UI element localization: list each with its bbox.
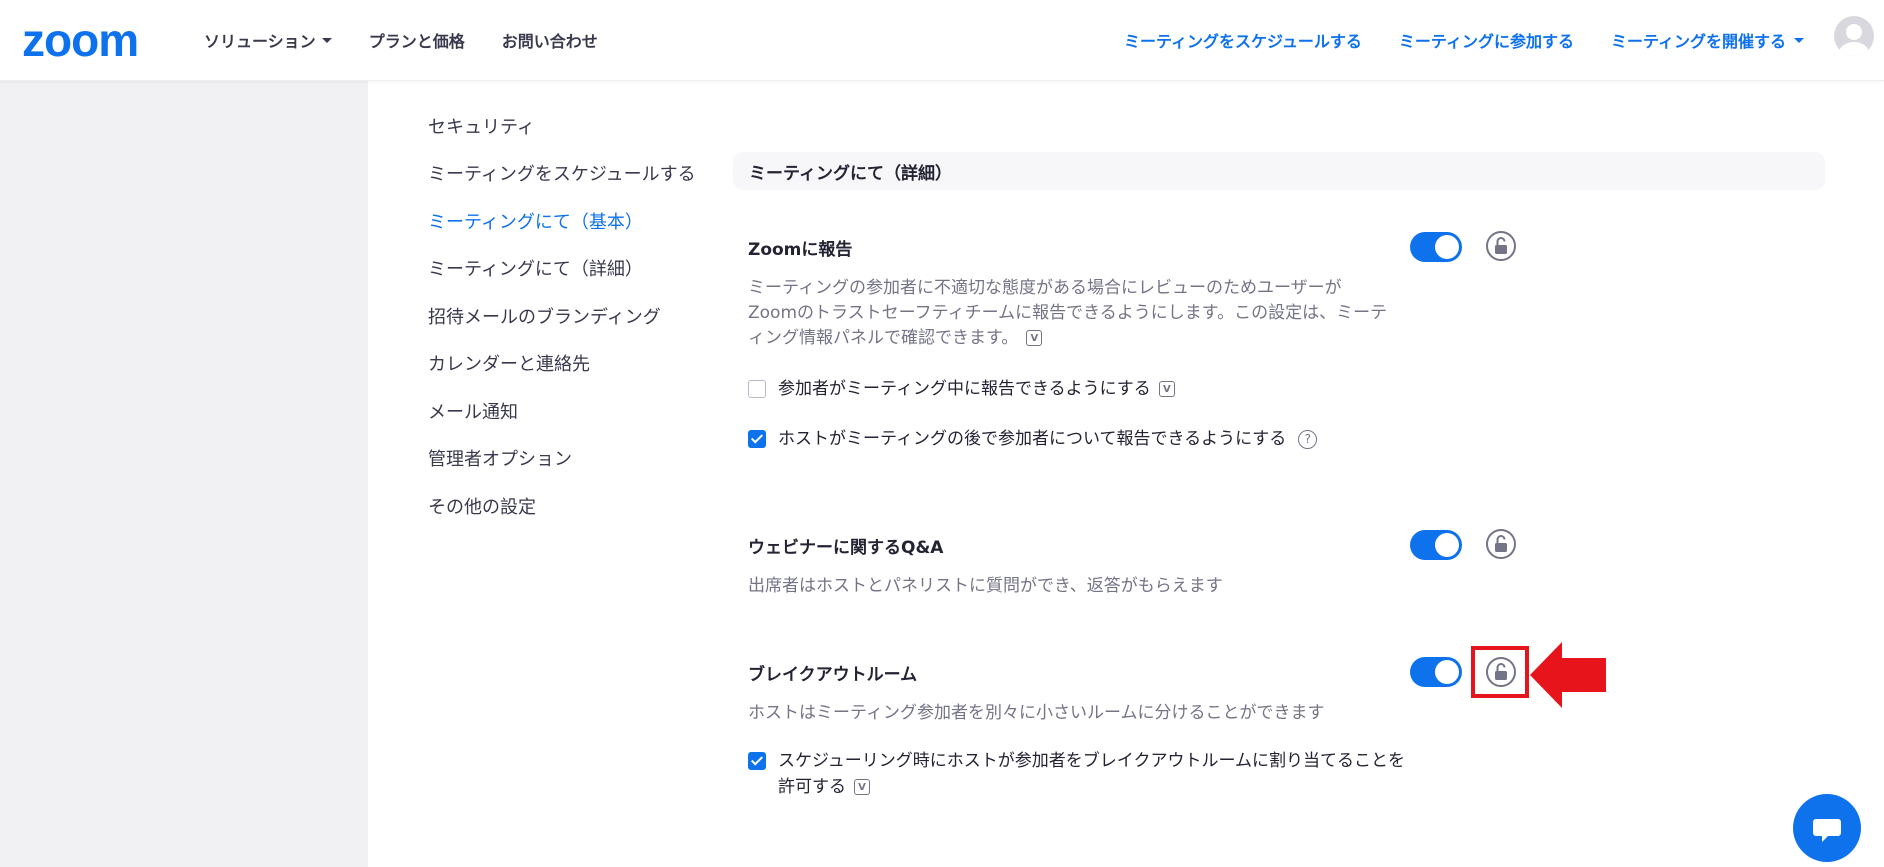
nav-solutions[interactable]: ソリューション xyxy=(204,28,332,52)
sidebar-item-email-branding[interactable]: 招待メールのブランディング xyxy=(428,292,728,340)
setting-webinar-qa: ウェビナーに関するQ&A 出席者はホストとパネリストに質問ができ、返答がもらえま… xyxy=(748,533,1388,599)
option-participants-report: 参加者がミーティング中に報告できるようにする V xyxy=(748,376,1175,402)
chat-bubble-icon xyxy=(1813,819,1841,842)
host-report-checkbox[interactable] xyxy=(748,430,766,448)
zoom-logo[interactable]: zoom xyxy=(22,14,162,64)
nav-host-meeting-label: ミーティングを開催する xyxy=(1610,32,1786,51)
participants-report-checkbox[interactable] xyxy=(748,380,766,398)
red-arrow-icon xyxy=(1530,642,1606,708)
secondary-nav: ミーティングをスケジュールする ミーティングに参加する ミーティングを開催する xyxy=(1124,0,1804,80)
avatar-head-shape xyxy=(1846,24,1862,40)
sidebar-item-in-meeting-advanced[interactable]: ミーティングにて（詳細） xyxy=(428,245,728,293)
top-navigation: zoom ソリューション プランと価格 お問い合わせ ミーティングをスケジュール… xyxy=(0,0,1884,81)
section-header: ミーティングにて（詳細） xyxy=(733,152,1825,190)
option-label: ホストがミーティングの後で参加者について報告できるようにする xyxy=(778,429,1287,449)
chevron-down-icon xyxy=(321,37,332,43)
version-badge-icon: V xyxy=(854,779,870,795)
setting-breakout-room: ブレイクアウトルーム ホストはミーティング参加者を別々に小さいルームに分けること… xyxy=(748,660,1388,726)
breakout-room-toggle[interactable] xyxy=(1410,657,1462,687)
setting-title: ウェビナーに関するQ&A xyxy=(748,538,944,558)
sidebar-item-admin-options[interactable]: 管理者オプション xyxy=(428,435,728,483)
setting-title: Zoomに報告 xyxy=(748,240,853,260)
setting-report-to-zoom: Zoomに報告 ミーティングの参加者に不適切な態度がある場合にレビューのためユー… xyxy=(748,235,1388,351)
toggle-knob xyxy=(1435,660,1459,684)
toggle-knob xyxy=(1435,533,1459,557)
sidebar-item-security[interactable]: セキュリティ xyxy=(428,102,728,150)
webinar-qa-toggle[interactable] xyxy=(1410,530,1462,560)
nav-host-meeting[interactable]: ミーティングを開催する xyxy=(1611,28,1804,52)
unlock-icon[interactable] xyxy=(1485,528,1517,560)
sidebar-item-email-notification[interactable]: メール通知 xyxy=(428,387,728,435)
chat-support-button[interactable] xyxy=(1793,794,1861,862)
nav-join-meeting[interactable]: ミーティングに参加する xyxy=(1399,28,1574,52)
toggle-knob xyxy=(1435,235,1459,259)
sidebar-item-schedule-meeting[interactable]: ミーティングをスケジュールする xyxy=(428,150,728,198)
primary-nav: ソリューション プランと価格 お問い合わせ xyxy=(204,0,598,80)
setting-description: 出席者はホストとパネリストに質問ができ、返答がもらえます xyxy=(748,576,1223,596)
sidebar-item-calendar-contacts[interactable]: カレンダーと連絡先 xyxy=(428,340,728,388)
avatar-body-shape xyxy=(1839,42,1869,56)
highlight-box xyxy=(1471,646,1529,698)
nav-contact[interactable]: お問い合わせ xyxy=(502,28,598,52)
setting-title: ブレイクアウトルーム xyxy=(748,665,918,685)
nav-schedule-meeting[interactable]: ミーティングをスケジュールする xyxy=(1124,28,1362,52)
user-avatar-icon[interactable] xyxy=(1834,16,1874,56)
chevron-down-icon xyxy=(1794,37,1804,43)
version-badge-icon: V xyxy=(1026,330,1043,346)
left-margin-panel xyxy=(0,80,368,867)
assign-breakout-checkbox[interactable] xyxy=(748,752,766,770)
unlock-icon[interactable] xyxy=(1485,230,1517,262)
option-label: スケジューリング時にホストが参加者をブレイクアウトルームに割り当てることを許可す… xyxy=(778,751,1405,797)
nav-solutions-label: ソリューション xyxy=(204,32,316,51)
nav-plans-pricing[interactable]: プランと価格 xyxy=(369,28,465,52)
settings-sidebar: セキュリティ ミーティングをスケジュールする ミーティングにて（基本） ミーティ… xyxy=(428,102,728,530)
option-assign-breakout-on-schedule: スケジューリング時にホストが参加者をブレイクアウトルームに割り当てることを許可す… xyxy=(748,748,1418,800)
svg-text:zoom: zoom xyxy=(22,14,138,64)
section-title: ミーティングにて（詳細） xyxy=(749,163,952,184)
sidebar-item-other-settings[interactable]: その他の設定 xyxy=(428,482,728,530)
version-badge-icon: V xyxy=(1158,381,1175,397)
sidebar-item-in-meeting-basic[interactable]: ミーティングにて（基本） xyxy=(428,197,728,245)
option-label: 参加者がミーティング中に報告できるようにする xyxy=(778,379,1151,399)
help-icon[interactable]: ? xyxy=(1298,429,1318,449)
setting-description: ミーティングの参加者に不適切な態度がある場合にレビューのためユーザーがZoomの… xyxy=(748,278,1388,348)
setting-description: ホストはミーティング参加者を別々に小さいルームに分けることができます xyxy=(748,703,1325,723)
report-to-zoom-toggle[interactable] xyxy=(1410,232,1462,262)
option-host-report-after-meeting: ホストがミーティングの後で参加者について報告できるようにする? xyxy=(748,426,1318,452)
